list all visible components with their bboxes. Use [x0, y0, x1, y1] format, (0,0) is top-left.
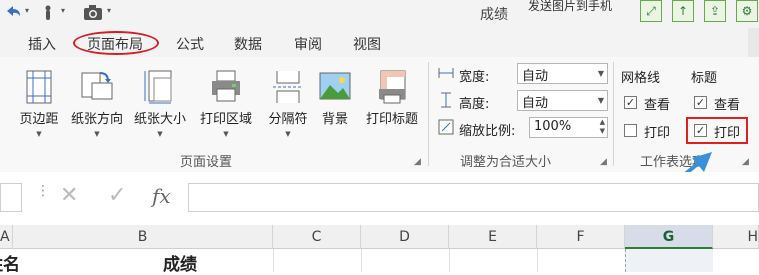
orientation-caret-icon: ▼ — [94, 130, 100, 138]
scale-spin-icon[interactable]: ▲ ▼ — [600, 118, 605, 136]
formula-input[interactable] — [188, 183, 759, 212]
gridlines-view-label: 查看 — [644, 98, 671, 113]
page-break-icon — [273, 71, 303, 103]
cell-gridline — [273, 249, 274, 272]
tab-highlight-oval — [73, 31, 159, 55]
group-separator — [428, 62, 429, 166]
height-select[interactable]: 自动 ▼ — [517, 90, 608, 111]
width-dropdown-icon: ▼ — [597, 69, 604, 78]
group-separator — [613, 62, 614, 166]
print-titles-icon — [379, 70, 406, 104]
touch-dropdown-icon[interactable]: ▾ — [61, 6, 65, 15]
margins-icon — [26, 70, 52, 104]
gridlines-print-checkbox[interactable] — [624, 124, 637, 137]
print-area-icon — [212, 70, 240, 102]
insert-function-button[interactable]: fx — [152, 184, 171, 208]
scale-value: 100% — [534, 119, 572, 134]
enter-button[interactable]: ✓ — [108, 183, 126, 208]
gridlines-print-label: 打印 — [644, 126, 671, 141]
height-dropdown-icon: ▼ — [597, 96, 604, 105]
ribbon-scrollbar[interactable] — [748, 28, 759, 57]
margins-label: 页边距 — [19, 112, 59, 127]
height-icon — [438, 92, 454, 108]
name-box[interactable] — [0, 183, 22, 212]
column-header-f[interactable]: F — [537, 225, 625, 249]
height-label: 高度: — [459, 97, 490, 112]
scale-to-fit-group-label: 调整为合适大小 — [460, 155, 552, 170]
width-label: 宽度: — [459, 70, 490, 85]
headings-view-label: 查看 — [714, 98, 741, 113]
expand-icon[interactable]: ⤢ — [640, 0, 662, 22]
tab-insert[interactable]: 插入 — [28, 34, 56, 54]
size-caret-icon: ▼ — [157, 130, 163, 138]
tab-formulas[interactable]: 公式 — [176, 34, 204, 54]
orientation-label: 纸张方向 — [70, 112, 123, 127]
background-image-icon — [319, 72, 351, 100]
gridlines-header: 网格线 — [621, 71, 661, 86]
column-header-d[interactable]: D — [361, 225, 449, 249]
scale-to-fit-launcher-icon[interactable]: ◢ — [600, 157, 607, 167]
scale-label: 缩放比例: — [459, 124, 516, 139]
tab-data[interactable]: 数据 — [234, 34, 262, 54]
margins-button[interactable]: 页边距 ▼ — [10, 65, 68, 157]
column-header-e[interactable]: E — [449, 225, 537, 249]
column-header-c[interactable]: C — [273, 225, 361, 249]
page-size-icon — [144, 70, 172, 104]
cell-a1[interactable]: 姓名 — [0, 250, 20, 275]
undo-icon[interactable] — [3, 3, 23, 23]
print-titles-label: 打印标题 — [365, 112, 418, 127]
print-area-button[interactable]: 打印区域 ▼ — [197, 65, 255, 157]
print-titles-button[interactable]: 打印标题 — [363, 65, 421, 157]
send-to-phone-button[interactable]: 发送图片到手机 — [528, 0, 612, 14]
camera-dropdown-icon[interactable]: ▾ — [107, 6, 111, 15]
cell-gridline — [361, 249, 362, 272]
background-button[interactable]: 背景 — [306, 65, 364, 157]
highlight-box — [686, 117, 748, 144]
scale-spinner[interactable]: 100% ▲ ▼ — [529, 117, 608, 138]
settings-gear-icon[interactable]: ⚙ — [736, 0, 758, 22]
camera-icon[interactable] — [82, 3, 102, 23]
undo-dropdown-icon[interactable]: ▾ — [25, 6, 29, 15]
scale-icon — [438, 119, 454, 135]
window-title: 成绩 — [480, 7, 508, 23]
margins-caret-icon: ▼ — [36, 130, 42, 138]
column-header-a[interactable]: A — [0, 225, 13, 249]
size-button[interactable]: 纸张大小 ▼ — [131, 65, 189, 157]
width-select[interactable]: 自动 ▼ — [517, 63, 608, 84]
height-value: 自动 — [522, 96, 549, 111]
column-header-h[interactable]: H — [713, 225, 759, 249]
tab-view[interactable]: 视图 — [353, 34, 381, 54]
orientation-icon — [81, 72, 113, 100]
sheet-options-launcher-icon[interactable]: ◢ — [742, 157, 749, 167]
width-value: 自动 — [522, 69, 549, 84]
cell-gridline — [537, 249, 538, 272]
print-area-caret-icon: ▼ — [223, 130, 229, 138]
cell-b1[interactable]: 成绩 — [163, 250, 197, 275]
share-icon[interactable]: ⇪ — [704, 0, 726, 22]
gridlines-view-checkbox[interactable]: ✓ — [624, 96, 637, 109]
cell-gridline — [449, 249, 450, 272]
background-label: 背景 — [321, 112, 348, 127]
headings-header: 标题 — [691, 71, 718, 86]
column-header-g[interactable]: G — [625, 225, 713, 249]
width-icon — [438, 65, 454, 81]
upload-icon[interactable]: ↑ — [672, 0, 694, 22]
tab-review[interactable]: 审阅 — [294, 34, 322, 54]
page-setup-launcher-icon[interactable]: ◢ — [414, 157, 421, 167]
selected-column-cell[interactable] — [625, 249, 713, 272]
formula-bar-grip[interactable]: ⋮ — [36, 183, 50, 212]
size-label: 纸张大小 — [133, 112, 186, 127]
touch-mode-icon[interactable] — [40, 3, 60, 23]
page-setup-group-label: 页面设置 — [180, 155, 233, 170]
headings-view-checkbox[interactable]: ✓ — [694, 96, 707, 109]
orientation-button[interactable]: 纸张方向 ▼ — [68, 65, 126, 157]
print-area-label: 打印区域 — [199, 112, 252, 127]
cancel-button[interactable]: ✕ — [60, 183, 78, 208]
column-header-b[interactable]: B — [13, 225, 273, 249]
